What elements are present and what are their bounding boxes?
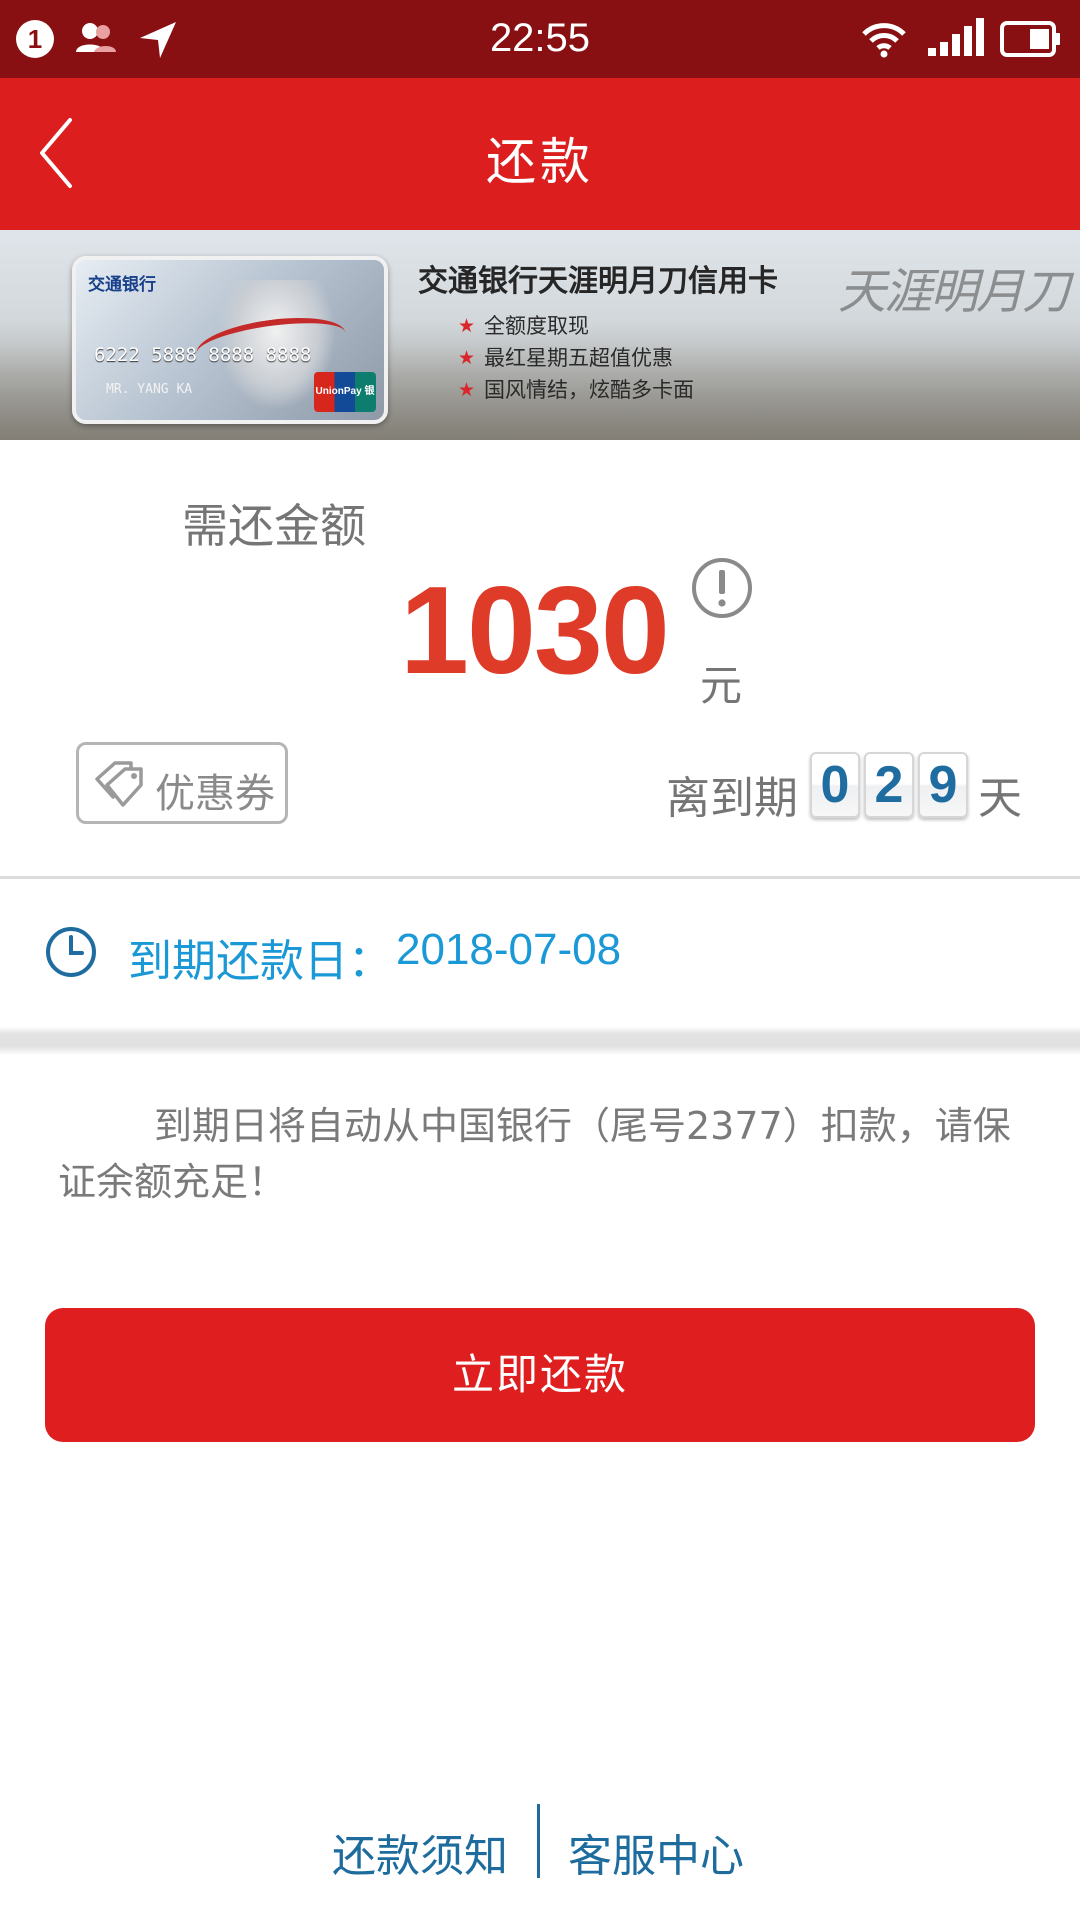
countdown-digit: 0 <box>810 752 860 818</box>
promo-banner[interactable]: 交通银行 6222 5888 8888 8888 MR. YANG KA Uni… <box>0 230 1080 440</box>
banner-bullet: ★ 国风情结，炫酷多卡面 <box>458 374 694 406</box>
footer-divider <box>537 1804 540 1878</box>
unionpay-logo: UnionPay 银联 <box>314 372 376 412</box>
credit-card-image: 交通银行 6222 5888 8888 8888 MR. YANG KA Uni… <box>72 256 388 424</box>
battery-icon <box>1000 20 1062 62</box>
signal-icon <box>926 18 984 62</box>
clock-icon <box>44 925 98 983</box>
banner-calligraphy: 天涯明月刀 <box>838 264 1070 320</box>
due-date-label: 到期还款日： <box>128 936 392 987</box>
app-header: 还款 <box>0 78 1080 230</box>
card-number: 6222 5888 8888 8888 <box>94 344 312 366</box>
countdown-digit: 2 <box>864 752 914 818</box>
due-countdown-prefix: 离到期 <box>666 773 798 824</box>
info-icon[interactable] <box>690 556 754 624</box>
footer-links: 还款须知 客服中心 <box>0 1800 1080 1882</box>
card-bank-name: 交通银行 <box>88 275 156 295</box>
star-icon: ★ <box>458 315 476 337</box>
banner-bullet: ★ 最红星期五超值优惠 <box>458 342 694 374</box>
due-countdown-suffix: 天 <box>978 773 1022 824</box>
banner-bullet: ★ 全额度取现 <box>458 310 694 342</box>
banner-bullet-text: 全额度取现 <box>484 314 589 338</box>
star-icon: ★ <box>458 379 476 401</box>
card-holder: MR. YANG KA <box>106 382 193 397</box>
star-icon: ★ <box>458 347 476 369</box>
status-bar: 1 22:55 <box>0 0 1080 78</box>
section-separator <box>0 1027 1080 1055</box>
banner-bullet-text: 最红星期五超值优惠 <box>484 346 673 370</box>
coupon-tag-icon <box>89 759 149 815</box>
auto-debit-notice: 到期日将自动从中国银行（尾号2377）扣款，请保证余额充足！ <box>58 1098 1018 1210</box>
notice-text: 到期日将自动从中国银行（尾号2377）扣款，请保证余额充足！ <box>58 1104 1011 1204</box>
customer-service-link[interactable]: 客服中心 <box>568 1820 744 1884</box>
due-date-value: 2018-07-08 <box>396 925 622 974</box>
page-title: 还款 <box>486 133 594 191</box>
coupon-button[interactable]: 优惠券 <box>76 742 288 824</box>
amount-value: 1030 <box>400 562 670 700</box>
banner-bullet-text: 国风情结，炫酷多卡面 <box>484 378 694 402</box>
due-date-row: 到期还款日： 2018-07-08 <box>0 879 1080 1027</box>
banner-bullets: ★ 全额度取现 ★ 最红星期五超值优惠 ★ 国风情结，炫酷多卡面 <box>458 310 694 406</box>
repay-now-button[interactable]: 立即还款 <box>45 1308 1035 1442</box>
countdown-digit: 9 <box>918 752 968 818</box>
amount-section: 需还金额 1030 元 优惠券 离到期 0 2 9 天 <box>0 440 1080 876</box>
amount-unit: 元 <box>700 661 743 710</box>
coupon-label: 优惠券 <box>155 771 275 817</box>
wifi-icon <box>860 20 908 62</box>
banner-headline: 交通银行天涯明月刀信用卡 <box>418 264 778 299</box>
repayment-notice-link[interactable]: 还款须知 <box>332 1820 508 1884</box>
status-time: 22:55 <box>489 16 591 60</box>
amount-label: 需还金额 <box>182 499 366 553</box>
